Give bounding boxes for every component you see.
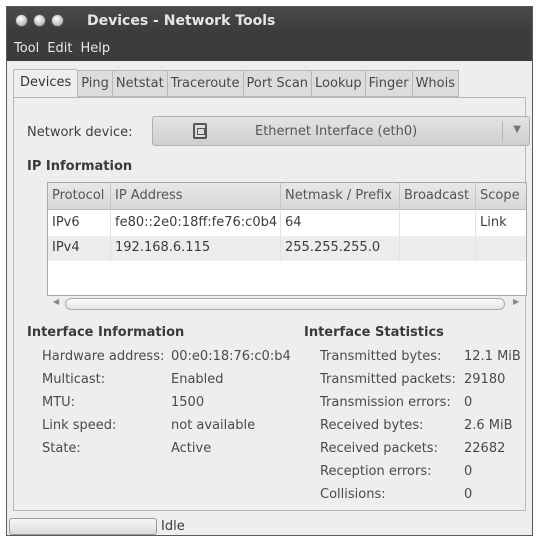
close-window-button[interactable] (15, 14, 28, 27)
tab-netstat[interactable]: Netstat (111, 70, 167, 97)
chevron-down-icon: ▼ (513, 124, 521, 135)
network-device-select[interactable]: Ethernet Interface (eth0) ▼ (152, 116, 530, 146)
received-packets-value: 22682 (464, 441, 506, 456)
title-bar: Devices - Network Tools (7, 7, 532, 35)
tab-finger[interactable]: Finger (364, 70, 412, 97)
reception-errors-value: 0 (464, 464, 473, 479)
cell-scope (476, 236, 526, 261)
cell-broadcast (400, 236, 476, 261)
cell-ip-address: fe80::2e0:18ff:fe76:c0b4 (111, 211, 281, 236)
column-scope[interactable]: Scope (476, 183, 526, 210)
state-label: State: (42, 441, 81, 456)
tab-traceroute[interactable]: Traceroute (166, 70, 243, 97)
tab-lookup[interactable]: Lookup (311, 70, 365, 97)
interface-information-heading: Interface Information (27, 325, 185, 340)
cell-ip-address: 192.168.6.115 (111, 236, 281, 261)
received-bytes-value: 2.6 MiB (464, 418, 513, 433)
cell-broadcast (400, 211, 476, 236)
collisions-label: Collisions: (320, 487, 386, 502)
mtu-value: 1500 (171, 395, 205, 410)
tab-devices[interactable]: Devices (13, 69, 78, 97)
table-horizontal-scrollbar[interactable]: ◀ ▶ (47, 296, 527, 312)
ip-information-heading: IP Information (27, 159, 133, 174)
table-header: Protocol IP Address Netmask / Prefix Bro… (48, 183, 526, 210)
tab-ping[interactable]: Ping (77, 70, 112, 97)
state-value: Active (171, 441, 212, 456)
link-speed-value: not available (171, 418, 256, 433)
menu-tool[interactable]: Tool (10, 41, 43, 56)
cell-netmask: 255.255.255.0 (281, 236, 400, 261)
minimize-window-button[interactable] (33, 14, 46, 27)
menu-bar: Tool Edit Help (7, 35, 532, 61)
tool-tabs: Devices Ping Netstat Traceroute Port Sca… (13, 69, 459, 97)
scrollbar-thumb[interactable] (65, 298, 505, 310)
transmitted-packets-label: Transmitted packets: (320, 372, 456, 387)
maximize-window-button[interactable] (51, 14, 64, 27)
tab-whois[interactable]: Whois (411, 70, 459, 97)
status-bar: Idle (7, 515, 532, 535)
cell-protocol: IPv6 (48, 211, 111, 236)
column-broadcast[interactable]: Broadcast (400, 183, 476, 210)
transmission-errors-label: Transmission errors: (320, 395, 451, 410)
column-netmask[interactable]: Netmask / Prefix (281, 183, 400, 210)
scroll-left-icon[interactable]: ◀ (53, 297, 59, 306)
transmitted-bytes-label: Transmitted bytes: (320, 349, 442, 364)
column-ip-address[interactable]: IP Address (111, 183, 281, 210)
network-interface-icon (193, 123, 207, 139)
transmitted-packets-value: 29180 (464, 372, 506, 387)
transmission-errors-value: 0 (464, 395, 473, 410)
cell-protocol: IPv4 (48, 236, 111, 261)
column-protocol[interactable]: Protocol (48, 183, 111, 210)
mtu-label: MTU: (42, 395, 76, 410)
network-tools-window: Devices - Network Tools Tool Edit Help D… (6, 6, 533, 536)
cell-scope: Link (476, 211, 526, 236)
received-packets-label: Received packets: (320, 441, 438, 456)
combo-separator (502, 121, 503, 141)
table-row[interactable]: IPv6 fe80::2e0:18ff:fe76:c0b4 64 Link (48, 211, 526, 236)
interface-statistics-heading: Interface Statistics (304, 325, 444, 340)
menu-edit[interactable]: Edit (43, 41, 76, 56)
collisions-value: 0 (464, 487, 473, 502)
hardware-address-label: Hardware address: (42, 349, 165, 364)
window-title: Devices - Network Tools (87, 13, 276, 29)
reception-errors-label: Reception errors: (320, 464, 432, 479)
cell-netmask: 64 (281, 211, 400, 236)
transmitted-bytes-value: 12.1 MiB (464, 349, 521, 364)
progress-bar (9, 518, 157, 535)
hardware-address-value: 00:e0:18:76:c0:b4 (171, 349, 291, 364)
network-device-value: Ethernet Interface (eth0) (255, 124, 418, 139)
ip-information-table[interactable]: Protocol IP Address Netmask / Prefix Bro… (47, 182, 527, 296)
network-device-label: Network device: (27, 125, 133, 140)
scroll-right-icon[interactable]: ▶ (513, 297, 519, 306)
table-row[interactable]: IPv4 192.168.6.115 255.255.255.0 (48, 236, 526, 261)
multicast-value: Enabled (171, 372, 224, 387)
tab-port-scan[interactable]: Port Scan (242, 70, 312, 97)
multicast-label: Multicast: (42, 372, 106, 387)
received-bytes-label: Received bytes: (320, 418, 424, 433)
link-speed-label: Link speed: (42, 418, 117, 433)
status-text: Idle (161, 519, 185, 534)
menu-help[interactable]: Help (76, 41, 114, 56)
